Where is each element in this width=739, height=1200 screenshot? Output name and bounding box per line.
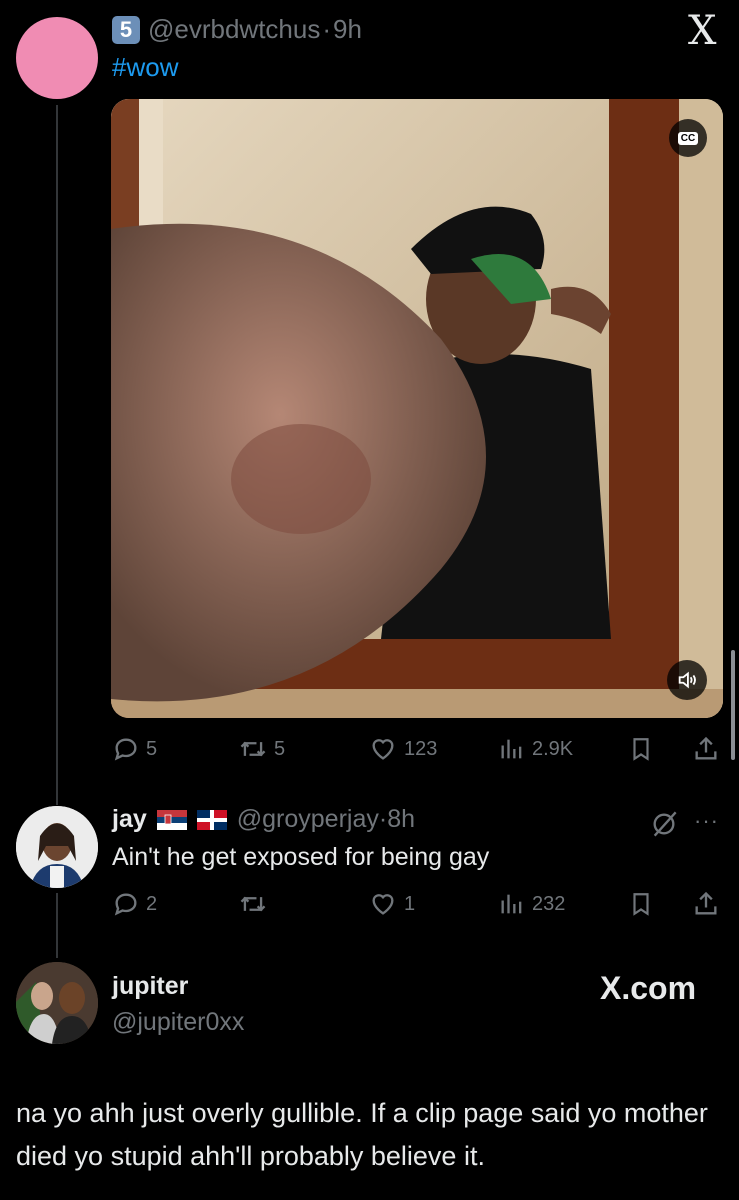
avatar-image — [16, 806, 98, 888]
views-button[interactable]: 2.9K — [498, 735, 573, 763]
separator-dot: · — [378, 805, 388, 833]
display-name[interactable]: jupiter — [112, 972, 188, 1001]
bookmark-icon — [633, 893, 649, 916]
serbia-flag-icon — [156, 809, 187, 830]
reply-button[interactable]: 5 — [112, 735, 157, 763]
share-icon — [695, 891, 717, 915]
reply-text: Ain't he get exposed for being gay — [112, 843, 490, 871]
dominican-flag-icon — [196, 809, 227, 830]
speaker-icon — [678, 671, 696, 689]
captions-button[interactable]: CC — [669, 119, 707, 157]
like-count: 123 — [404, 737, 438, 760]
views-icon — [501, 894, 522, 914]
scrollbar[interactable] — [731, 650, 735, 760]
share-button[interactable] — [692, 890, 720, 918]
more-options-icon[interactable]: ··· — [694, 808, 719, 834]
bookmark-icon — [633, 738, 649, 761]
quote-text: na yo ahh just overly gullible. If a cli… — [16, 1098, 708, 1171]
reply-header: jay @groyperjay · 8h — [112, 805, 415, 834]
post-header: 5 @evrbdwtchus · 9h — [112, 14, 362, 45]
heart-icon — [372, 894, 394, 915]
user-handle[interactable]: @jupiter0xx — [112, 1008, 244, 1037]
reply-count: 2 — [146, 892, 158, 915]
brand-logo: X.com — [600, 970, 697, 1006]
avatar[interactable] — [16, 806, 98, 888]
number-badge: 5 — [112, 15, 140, 44]
reply-count: 5 — [146, 737, 158, 760]
repost-button[interactable] — [238, 890, 274, 918]
video-player[interactable]: CC — [111, 99, 723, 718]
hashtag-link[interactable]: #wow — [112, 52, 178, 83]
views-count: 2.9K — [532, 737, 574, 760]
like-button[interactable]: 1 — [368, 890, 415, 918]
reply-icon — [114, 738, 137, 761]
heart-icon — [372, 739, 394, 760]
display-name[interactable]: jay — [112, 805, 147, 834]
grok-icon[interactable] — [650, 810, 678, 843]
thread-line — [56, 893, 58, 958]
x-logo-icon[interactable]: X — [688, 8, 716, 54]
captions-label: CC — [677, 131, 699, 145]
share-icon — [695, 736, 717, 760]
share-button[interactable] — [692, 735, 720, 763]
views-button[interactable]: 232 — [498, 890, 565, 918]
views-icon — [501, 739, 522, 759]
avatar[interactable] — [16, 17, 98, 99]
post-time[interactable]: 9h — [333, 14, 362, 45]
like-button[interactable]: 123 — [368, 735, 437, 763]
user-handle[interactable]: @groyperjay — [237, 805, 379, 834]
repost-count: 5 — [274, 737, 286, 760]
like-count: 1 — [404, 892, 416, 915]
user-handle[interactable]: @evrbdwtchus — [148, 14, 320, 45]
avatar[interactable] — [16, 962, 98, 1044]
separator-dot: · — [322, 14, 332, 44]
reply-time[interactable]: 8h — [387, 805, 415, 834]
reply-icon — [114, 893, 137, 916]
repost-button[interactable]: 5 — [238, 735, 285, 763]
video-frame — [111, 99, 723, 718]
repost-icon — [240, 896, 266, 912]
sound-button[interactable] — [667, 660, 707, 700]
views-count: 232 — [532, 892, 566, 915]
repost-icon — [240, 741, 266, 757]
bookmark-button[interactable] — [628, 735, 654, 763]
bookmark-button[interactable] — [628, 890, 654, 918]
thread-line — [56, 105, 58, 805]
avatar-image — [16, 962, 98, 1044]
reply-button[interactable]: 2 — [112, 890, 157, 918]
